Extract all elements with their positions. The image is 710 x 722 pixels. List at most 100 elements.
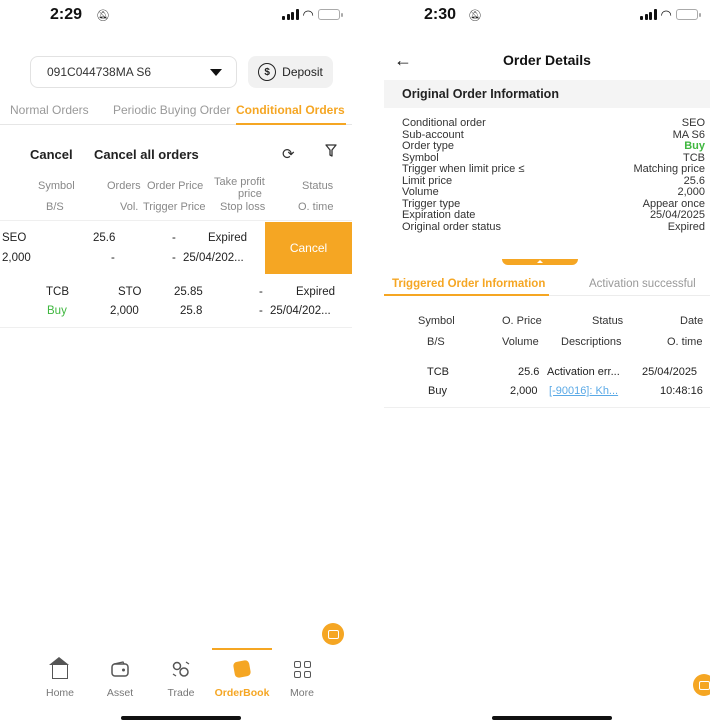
caret-down-icon xyxy=(210,69,222,76)
deposit-button[interactable]: $ Deposit xyxy=(248,56,333,88)
tab-periodic-buying-order[interactable]: Periodic Buying Order xyxy=(113,103,230,117)
col-orders: Orders xyxy=(107,180,141,192)
battery-icon xyxy=(317,9,343,20)
col-symbol: Symbol xyxy=(38,180,75,192)
col-date: Date xyxy=(680,315,704,327)
row-status: Expired xyxy=(208,232,247,244)
filter-icon[interactable] xyxy=(325,144,337,158)
nav-home[interactable]: Home xyxy=(30,656,90,699)
row-trigger-price: - xyxy=(111,252,115,264)
info-row: Original order status Expired xyxy=(402,220,705,233)
col-bs: B/S xyxy=(46,201,64,213)
grid-icon xyxy=(272,656,332,682)
order-info-list: Conditional order SEO Sub-account MA S6 Or… xyxy=(402,117,705,233)
row-o-price: 25.6 xyxy=(518,366,540,378)
row-volume: 2,000 xyxy=(2,252,31,264)
table-row[interactable]: SEO 2,000 25.6 - - - Expired 25/04/202..… xyxy=(0,222,352,274)
col-bs: B/S xyxy=(427,336,445,348)
floating-action-icon[interactable] xyxy=(693,674,710,696)
row-date: 25/04/2025 xyxy=(642,366,698,378)
nav-asset[interactable]: Asset xyxy=(90,656,150,699)
nav-more[interactable]: More xyxy=(272,656,332,699)
col-o-price: O. Price xyxy=(502,315,542,327)
refresh-icon[interactable]: ⟳ xyxy=(282,145,295,163)
home-indicator xyxy=(121,716,241,720)
row-time: 10:48:16 xyxy=(660,385,703,397)
row-stop-loss: - xyxy=(259,305,263,317)
order-details-screen: 2:30 🔕︎ ◠ ← Order Details Original Order… xyxy=(384,0,710,722)
tab-activation-successful[interactable]: Activation successful xyxy=(589,278,696,290)
col-volume: Volume xyxy=(502,336,539,348)
status-time: 2:30 xyxy=(424,6,457,23)
info-row: Volume 2,000 xyxy=(402,186,705,198)
tab-triggered-order-information[interactable]: Triggered Order Information xyxy=(392,278,545,290)
row-description-link[interactable]: [-90016]: Kh... xyxy=(549,385,618,397)
tab-conditional-orders[interactable]: Conditional Orders xyxy=(236,103,345,117)
info-row: Trigger when limit price ≤ Matching price xyxy=(402,163,705,175)
col-trigger-price: Trigger Price xyxy=(143,201,206,213)
row-order-price: 25.85 xyxy=(174,286,203,298)
info-row: Order type Buy xyxy=(402,140,705,152)
tab-normal-orders[interactable]: Normal Orders xyxy=(10,103,89,117)
col-status: Status xyxy=(302,180,334,192)
account-value: 091C044738MA S6 xyxy=(47,65,152,79)
order-tabs: Normal Orders Periodic Buying Order Cond… xyxy=(0,103,352,125)
wifi-icon: ◠ xyxy=(302,7,314,22)
floating-action-icon[interactable] xyxy=(322,623,344,645)
info-row: Expiration date 25/04/2025 xyxy=(402,209,705,221)
page-title: Order Details xyxy=(503,52,591,68)
bell-muted-icon: 🔕︎ xyxy=(96,10,110,22)
row-stop-loss: - xyxy=(172,252,176,264)
nav-active-indicator xyxy=(212,648,272,650)
col-status: Status xyxy=(592,315,624,327)
cancel-button[interactable]: Cancel xyxy=(30,147,73,162)
row-side: Buy xyxy=(428,385,447,397)
section-header: Original Order Information xyxy=(384,80,710,108)
info-row: Conditional order SEO xyxy=(402,117,705,129)
col-take-profit-price: price xyxy=(238,188,262,200)
active-tab-underline xyxy=(236,123,346,125)
row-symbol: SEO xyxy=(2,232,27,244)
swipe-cancel-button[interactable]: Cancel xyxy=(265,222,352,274)
row-order-price: 25.6 xyxy=(93,232,116,244)
row-take-profit: - xyxy=(172,232,176,244)
row-trigger-price: 25.8 xyxy=(180,305,203,317)
deposit-label: Deposit xyxy=(282,65,323,79)
row-take-profit: - xyxy=(259,286,263,298)
col-order-price: Order Price xyxy=(147,180,204,192)
conditional-orders-screen: 2:29 🔕︎ ◠ 091C044738MA S6 $ Deposit Norm… xyxy=(0,0,352,722)
col-o-time: O. time xyxy=(667,336,703,348)
row-status: Activation err... xyxy=(547,366,620,378)
active-tab-underline xyxy=(384,294,549,296)
row-volume: 2,000 xyxy=(510,385,538,397)
row-time: 25/04/202... xyxy=(270,305,331,317)
row-volume: 2,000 xyxy=(110,305,139,317)
order-action-row: Cancel Cancel all orders ⟳ xyxy=(0,144,352,165)
row-symbol: TCB xyxy=(427,366,449,378)
signal-icon xyxy=(640,9,657,20)
row-symbol: TCB xyxy=(46,286,69,298)
nav-trade[interactable]: Trade xyxy=(151,656,211,699)
col-symbol: Symbol xyxy=(418,315,455,327)
bottom-nav: Home Asset Trade OrderBook More xyxy=(0,648,352,699)
row-time: 25/04/202... xyxy=(183,252,244,264)
col-vol: Vol. xyxy=(120,201,139,213)
battery-icon xyxy=(675,9,701,20)
info-row: Limit price 25.6 xyxy=(402,174,705,187)
triggered-tabs: Triggered Order Information Activation s… xyxy=(384,276,710,296)
col-stop-loss: Stop loss xyxy=(220,201,266,213)
account-select[interactable]: 091C044738MA S6 xyxy=(30,56,237,88)
row-orders: STO xyxy=(118,286,142,298)
bell-muted-icon: 🔕︎ xyxy=(468,10,482,22)
detail-header: ← Order Details xyxy=(384,48,710,74)
table-row[interactable]: TCB Buy STO 2,000 25.85 25.8 - - Expired… xyxy=(0,276,352,328)
wifi-icon: ◠ xyxy=(660,7,672,22)
collapse-handle[interactable] xyxy=(502,259,578,265)
cancel-all-orders-button[interactable]: Cancel all orders xyxy=(94,147,199,162)
home-icon xyxy=(30,656,90,682)
row-status: Expired xyxy=(296,286,335,298)
section-title: Original Order Information xyxy=(402,87,559,101)
row-side: Buy xyxy=(47,305,67,317)
nav-orderbook[interactable]: OrderBook xyxy=(212,656,272,699)
trade-icon xyxy=(151,656,211,682)
